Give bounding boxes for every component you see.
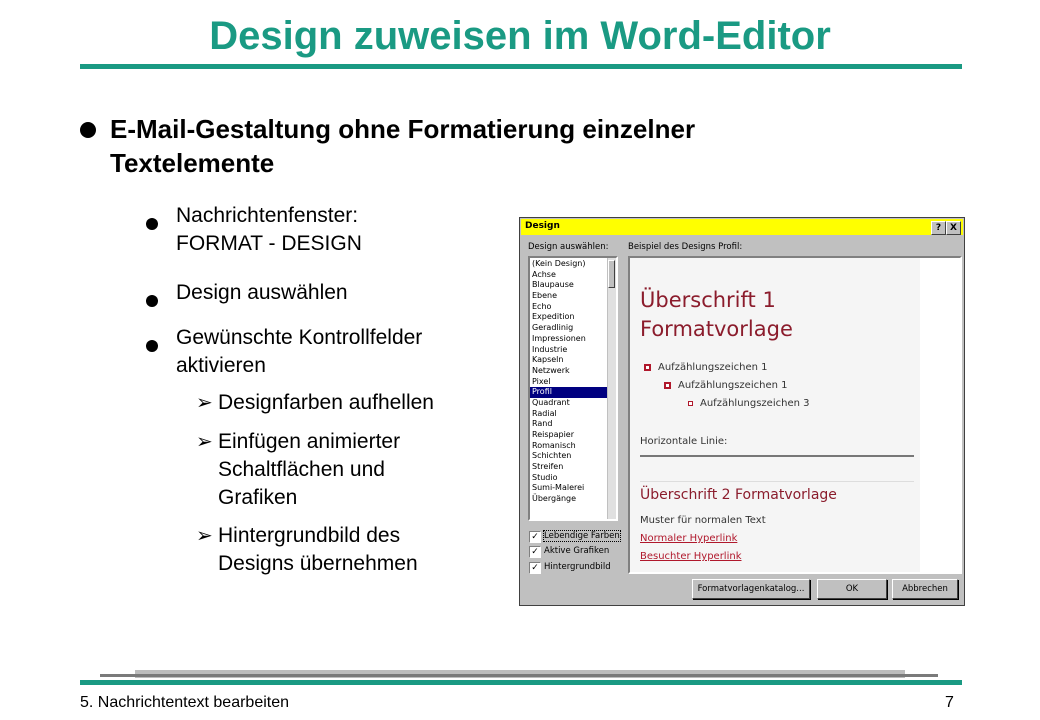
footer-line-dark: [100, 674, 938, 677]
design-list-item[interactable]: Echo: [530, 302, 610, 313]
preview-heading1: Überschrift 1: [640, 288, 776, 312]
design-list-item[interactable]: Industrie: [530, 345, 610, 356]
preview-link-visited: Besuchter Hyperlink: [640, 551, 742, 562]
check-icon[interactable]: ✓: [529, 562, 541, 574]
option-text: Designs übernehmen: [218, 552, 418, 575]
checkbox-label: Hintergrundbild: [544, 562, 611, 572]
bullet-dot: [146, 332, 158, 360]
preview-bullet-text: Aufzählungszeichen 1: [678, 380, 788, 391]
design-list-item[interactable]: Geradlinig: [530, 323, 610, 334]
sub-bullet-text: FORMAT - DESIGN: [176, 232, 362, 255]
preview-margin: [920, 258, 960, 572]
check-icon[interactable]: ✓: [529, 546, 541, 558]
bullet-dot: [80, 112, 96, 146]
sub-bullet-text: Nachrichtenfenster:: [176, 204, 359, 227]
checkbox-label: Aktive Grafiken: [544, 546, 610, 556]
option-text: Schaltflächen und: [218, 458, 385, 481]
design-list-item[interactable]: Pixel: [530, 377, 610, 388]
design-preview: Überschrift 1 Formatvorlage Aufzählungsz…: [628, 256, 962, 574]
design-list-item[interactable]: Rand: [530, 419, 610, 430]
preview-label: Beispiel des Designs Profil:: [628, 242, 743, 252]
style-gallery-button[interactable]: Formatvorlagenkatalog...: [692, 579, 810, 599]
design-list: (Kein Design) Achse Blaupause Ebene Echo Expe…: [530, 259, 610, 505]
preview-bullet: Aufzählungszeichen 1: [664, 380, 788, 391]
design-select-label: Design auswählen:: [528, 242, 609, 252]
preview-bullet-text: Aufzählungszeichen 3: [700, 398, 810, 409]
sub-bullet-text: Gewünschte Kontrollfelder: [176, 326, 423, 349]
design-listbox[interactable]: (Kein Design) Achse Blaupause Ebene Echo Expe…: [528, 256, 618, 521]
preview-body-text: Muster für normalen Text: [640, 515, 766, 526]
preview-heading2: Überschrift 2 Formatvorlage: [640, 487, 837, 503]
design-list-item[interactable]: Schichten: [530, 451, 610, 462]
slide-title: Design zuweisen im Word-Editor: [209, 14, 831, 58]
option-text: Designfarben aufhellen: [218, 391, 434, 414]
sub-bullet-text: Design auswählen: [176, 281, 348, 304]
design-dialog: Design ? X Design auswählen: Beispiel de…: [519, 217, 965, 606]
square-bullet-icon: [688, 401, 693, 406]
ok-button[interactable]: OK: [817, 579, 887, 599]
preview-heading1: Formatvorlage: [640, 317, 793, 341]
dialog-title: Design: [525, 221, 560, 231]
design-list-item[interactable]: Streifen: [530, 462, 610, 473]
close-button[interactable]: X: [946, 221, 961, 235]
design-list-item[interactable]: Ebene: [530, 291, 610, 302]
bullet-dot: [146, 210, 158, 238]
page-number: 7: [945, 694, 954, 711]
preview-link-normal: Normaler Hyperlink: [640, 533, 738, 544]
dialog-titlebar: Design ? X: [521, 219, 963, 235]
design-list-item[interactable]: Kapseln: [530, 355, 610, 366]
design-list-item[interactable]: Profil: [530, 387, 610, 398]
preview-bullet-text: Aufzählungszeichen 1: [658, 362, 768, 373]
design-list-item[interactable]: Radial: [530, 409, 610, 420]
footer-rule: [80, 680, 962, 685]
design-list-item[interactable]: Romanisch: [530, 441, 610, 452]
arrow-icon: ➢: [196, 392, 213, 414]
design-list-item[interactable]: Reispapier: [530, 430, 610, 441]
listbox-scrollbar[interactable]: [607, 258, 616, 519]
square-bullet-icon: [664, 382, 671, 389]
arrow-icon: ➢: [196, 525, 213, 547]
preview-hr-label: Horizontale Linie:: [640, 436, 728, 447]
check-icon[interactable]: ✓: [529, 531, 541, 543]
design-list-item[interactable]: Sumi-Malerei: [530, 483, 610, 494]
preview-divider: [640, 481, 914, 482]
design-list-item[interactable]: Impressionen: [530, 334, 610, 345]
design-list-item[interactable]: Übergänge: [530, 494, 610, 505]
design-list-item[interactable]: Quadrant: [530, 398, 610, 409]
bullet-dot: [146, 287, 158, 315]
main-bullet-text: E-Mail-Gestaltung ohne Formatierung einz…: [110, 114, 696, 178]
design-list-item[interactable]: Studio: [530, 473, 610, 484]
design-list-item[interactable]: Achse: [530, 270, 610, 281]
square-bullet-icon: [644, 364, 651, 371]
preview-horizontal-line: [640, 455, 914, 457]
footer-section: 5. Nachrichtentext bearbeiten: [80, 694, 290, 711]
title-rule: [80, 64, 962, 69]
help-button[interactable]: ?: [931, 221, 946, 235]
arrow-icon: ➢: [196, 431, 213, 453]
preview-bullet: Aufzählungszeichen 3: [688, 398, 810, 409]
preview-page: Überschrift 1 Formatvorlage Aufzählungsz…: [630, 258, 920, 572]
cancel-button[interactable]: Abbrechen: [892, 579, 958, 599]
design-list-item[interactable]: Netzwerk: [530, 366, 610, 377]
option-text: Hintergrundbild des: [218, 524, 401, 547]
option-text: Einfügen animierter: [218, 430, 401, 453]
design-list-item[interactable]: (Kein Design): [530, 259, 610, 270]
design-list-item[interactable]: Blaupause: [530, 280, 610, 291]
design-list-item[interactable]: Expedition: [530, 312, 610, 323]
checkbox-label: Lebendige Farben: [543, 530, 621, 542]
sub-bullet-text: aktivieren: [176, 354, 266, 377]
preview-bullet: Aufzählungszeichen 1: [644, 362, 768, 373]
option-text: Grafiken: [218, 486, 298, 509]
